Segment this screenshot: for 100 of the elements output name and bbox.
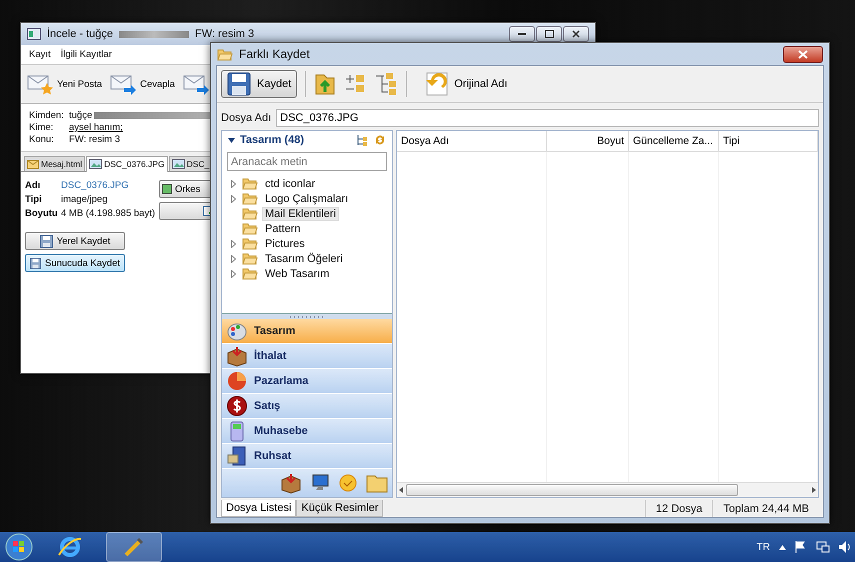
expand-arrow-icon[interactable] xyxy=(230,254,236,262)
attachment-tab[interactable]: DSC_0376.JPG xyxy=(86,156,168,172)
close-button[interactable] xyxy=(563,26,589,42)
box-icon xyxy=(226,345,248,367)
module-nav-button[interactable]: Pazarlama xyxy=(222,369,392,394)
close-icon xyxy=(572,30,580,38)
envelope-arrow-icon xyxy=(182,73,209,95)
total-size: Toplam 24,44 MB xyxy=(712,500,819,517)
expand-arrow-icon[interactable] xyxy=(230,270,236,278)
recipient-link[interactable]: aysel hanım; xyxy=(69,122,123,133)
attachment-tab[interactable]: DSC_ xyxy=(168,156,212,171)
attachment-label: Boyutu xyxy=(25,208,59,220)
save-button[interactable]: Kaydet xyxy=(221,70,298,98)
envelope-icon xyxy=(27,160,39,168)
search-field[interactable]: Aranacak metin xyxy=(227,152,387,171)
folder-upload-icon[interactable] xyxy=(314,72,336,96)
folder-icon xyxy=(242,267,258,280)
expand-arrow-icon[interactable] xyxy=(230,180,236,188)
dialog-title: Farklı Kaydet xyxy=(239,47,310,61)
folder-item[interactable]: Web Tasarım xyxy=(262,266,332,280)
folder-group-title: Tasarım (48) xyxy=(240,134,304,146)
toolbar-button[interactable]: Cevapla xyxy=(110,73,175,95)
view-tab[interactable]: Küçük Resimler xyxy=(296,500,384,517)
file-name-label: Dosya Adı xyxy=(221,112,272,124)
attachment-value: 4 MB (4.198.985 bayt) xyxy=(61,208,155,220)
attachment-tab[interactable]: Mesaj.html xyxy=(24,156,86,171)
image-icon xyxy=(172,159,185,169)
window-icon xyxy=(27,28,41,40)
folder-icon xyxy=(242,252,258,265)
language-indicator[interactable]: TR xyxy=(756,542,770,552)
show-hidden-icons-icon[interactable] xyxy=(779,544,786,550)
attachment-value: image/jpeg xyxy=(61,194,108,206)
attachment-label: Tipi xyxy=(25,194,43,206)
original-name-button[interactable]: Orijinal Adı xyxy=(415,71,514,97)
envelope-arrow-icon xyxy=(110,73,136,95)
subject-text: FW: resim 3 xyxy=(69,134,120,145)
redacted-text xyxy=(119,30,190,38)
folder-icon xyxy=(242,177,258,190)
close-icon xyxy=(798,50,808,58)
network-icon[interactable] xyxy=(816,541,830,553)
folder-icon xyxy=(242,192,258,205)
module-nav-button[interactable]: Muhasebe xyxy=(222,419,392,444)
tree-expand-icon[interactable] xyxy=(344,73,366,95)
flag-icon[interactable] xyxy=(795,541,807,553)
taskbar-app[interactable] xyxy=(106,532,162,562)
pie-chart-icon xyxy=(226,370,248,392)
minimize-button[interactable] xyxy=(509,26,535,42)
expand-arrow-icon[interactable] xyxy=(230,194,236,202)
monitor-icon[interactable] xyxy=(310,473,330,493)
module-nav-button[interactable]: Tasarım xyxy=(222,319,392,344)
file-name-field[interactable]: DSC_0376.JPG xyxy=(276,109,819,127)
folder-item[interactable]: Pattern xyxy=(262,222,304,236)
speaker-icon[interactable] xyxy=(839,541,851,553)
folder-item[interactable]: Mail Eklentileri xyxy=(262,206,339,220)
cabinet-icon xyxy=(226,445,248,467)
file-count: 12 Dosya xyxy=(644,500,712,517)
image-icon xyxy=(89,159,102,169)
folder-item[interactable]: Logo Çalışmaları xyxy=(262,192,352,206)
view-tab[interactable]: Dosya Listesi xyxy=(221,500,296,517)
folder-item[interactable]: ctd iconlar xyxy=(262,176,318,190)
browser-icon xyxy=(57,535,83,559)
module-nav-button[interactable]: Satış xyxy=(222,394,392,419)
envelope-star-icon xyxy=(27,73,53,95)
folder-icon[interactable] xyxy=(366,473,388,493)
box-icon[interactable] xyxy=(280,472,302,494)
module-nav-button[interactable]: İthalat xyxy=(222,344,392,369)
scrollbar-thumb[interactable] xyxy=(406,484,738,496)
field-label: Kimden: xyxy=(29,110,65,121)
folder-item[interactable]: Tasarım Öğeleri xyxy=(262,252,346,266)
field-label: Konu: xyxy=(29,134,55,145)
tree-icon[interactable] xyxy=(356,134,368,146)
start-orb-icon[interactable] xyxy=(4,533,34,561)
minimize-icon xyxy=(518,32,526,36)
close-button[interactable] xyxy=(783,46,823,62)
pencil-icon xyxy=(122,535,146,559)
folder-item[interactable]: Pictures xyxy=(262,236,308,250)
sender-name: tuğçe xyxy=(69,110,92,121)
coin-icon xyxy=(226,395,248,417)
window-title-subject: FW: resim 3 xyxy=(195,28,254,40)
menu-item[interactable]: Kayıt xyxy=(29,49,51,60)
folder-icon xyxy=(217,48,233,60)
attachment-label: Adı xyxy=(25,180,42,192)
expand-arrow-icon[interactable] xyxy=(230,240,236,248)
field-label: Kime: xyxy=(29,122,54,133)
folder-icon xyxy=(242,207,258,220)
maximize-icon xyxy=(544,30,554,38)
scroll-right-icon[interactable] xyxy=(812,487,816,493)
tree-collapse-icon[interactable] xyxy=(374,72,398,96)
folder-icon xyxy=(242,222,258,235)
save-button[interactable]: Yerel Kaydet xyxy=(25,232,125,250)
maximize-button[interactable] xyxy=(536,26,562,42)
folder-icon xyxy=(242,237,258,250)
module-nav-button[interactable]: Ruhsat xyxy=(222,444,392,469)
toolbar-button[interactable]: Yeni Posta xyxy=(27,73,102,95)
window-title: İncele - tuğçe xyxy=(47,28,114,40)
scroll-left-icon[interactable] xyxy=(399,487,403,493)
save-button[interactable]: Sunucuda Kaydet xyxy=(25,254,125,272)
attachment-value: DSC_0376.JPG xyxy=(61,180,130,192)
menu-item[interactable]: İlgili Kayıtlar xyxy=(60,49,112,60)
collapse-arrow-icon[interactable] xyxy=(228,138,235,142)
